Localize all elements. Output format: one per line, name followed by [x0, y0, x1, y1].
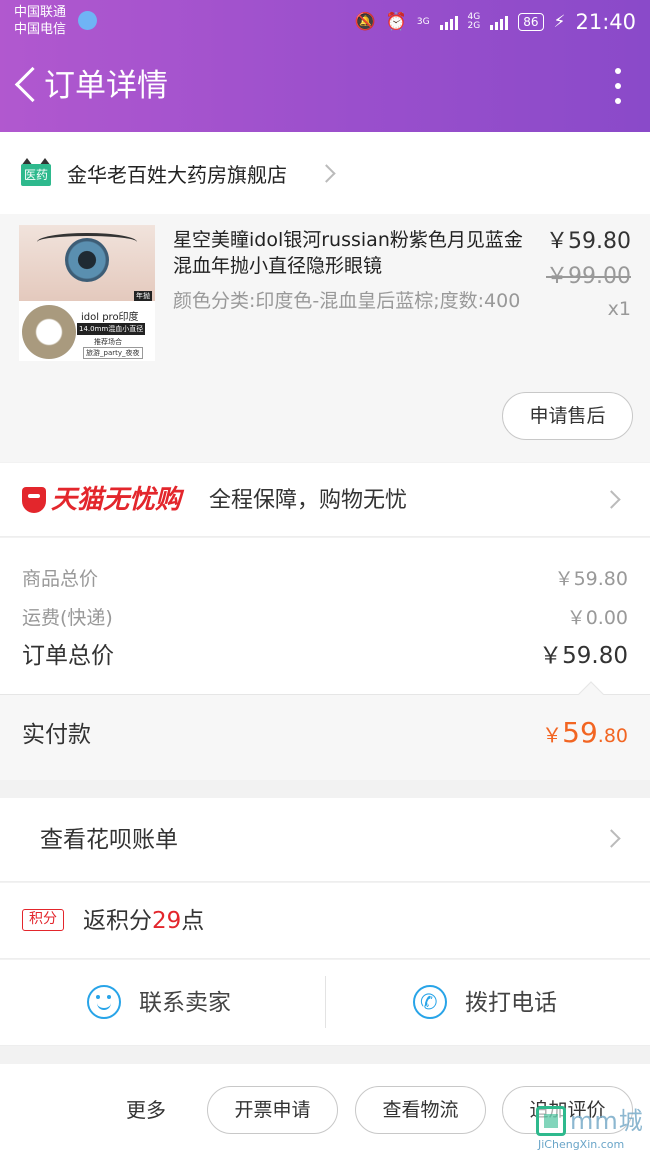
- watermark-url: JiChengXin.com: [538, 1138, 625, 1151]
- points-prefix: 返积分: [83, 908, 152, 934]
- product-title[interactable]: 星空美瞳idol银河russian粉紫色月见蓝金混血年抛小直径隐形眼镜: [173, 227, 523, 279]
- guarantee-brand: 天猫无忧购: [51, 485, 182, 515]
- watermark-logo: mm城 JiChengXin.com: [530, 1102, 650, 1155]
- status-time: 21:40: [575, 10, 636, 34]
- carrier-1: 中国联通: [14, 5, 67, 20]
- signal-2-icon: [490, 14, 509, 30]
- huabei-bill-label[interactable]: 查看花呗账单: [40, 824, 178, 856]
- page-title: 订单详情: [44, 68, 168, 104]
- product-thumbnail[interactable]: 年抛 idol pro印度 14.0mm混血小直径 推荐场合 旅游_party_…: [19, 225, 155, 361]
- shop-logo-icon: 医药: [21, 158, 51, 188]
- phone-icon[interactable]: [413, 985, 447, 1019]
- status-bar: 中国联通 中国电信 🔕 ⏰ 3G 4G 2G 86 ⚡ 21:40: [0, 0, 650, 42]
- points-count: 29: [152, 908, 182, 934]
- watermark-title: mm城: [570, 1107, 644, 1135]
- points-text: 返积分29点: [83, 905, 204, 937]
- signal-1-icon: [439, 14, 458, 30]
- more-options-icon[interactable]: [612, 68, 624, 104]
- view-logistics-button[interactable]: 查看物流: [355, 1086, 486, 1134]
- payment-decimal: .80: [597, 725, 628, 747]
- battery-indicator: 86: [518, 13, 544, 31]
- thumbnail-occasions: 旅游_party_夜夜: [83, 347, 143, 359]
- payment-currency: ￥: [542, 723, 563, 747]
- contact-seller-button[interactable]: 联系卖家: [139, 987, 231, 1019]
- actual-payment-value: ￥59.80: [542, 716, 628, 749]
- charging-icon: ⚡: [553, 12, 566, 32]
- shop-logo-label: 医药: [21, 164, 51, 186]
- thumbnail-brand: idol pro印度: [81, 312, 139, 323]
- shipping-value: ￥0.00: [566, 607, 628, 629]
- iris-image: [65, 238, 109, 282]
- guarantee-text: 全程保障，购物无忧: [209, 488, 408, 513]
- shop-name[interactable]: 金华老百姓大药房旗舰店: [67, 160, 287, 190]
- order-total-label: 订单总价: [22, 643, 114, 669]
- status-indicators: 🔕 ⏰ 3G 4G 2G 86 ⚡ 21:40: [355, 8, 637, 36]
- app-header: 中国联通 中国电信 🔕 ⏰ 3G 4G 2G 86 ⚡ 21:40 订单详情: [0, 0, 650, 132]
- alarm-icon: ⏰: [385, 12, 407, 32]
- goods-total-value: ￥59.80: [554, 568, 628, 590]
- network-1-label: 3G: [416, 16, 430, 27]
- invoice-request-button[interactable]: 开票申请: [207, 1086, 338, 1134]
- product-original-price: ￥99.00: [546, 264, 631, 289]
- watermark-icon: [536, 1106, 566, 1136]
- thumbnail-spec: 14.0mm混血小直径: [77, 323, 146, 335]
- tmall-shield-icon: [22, 487, 46, 513]
- mute-icon: 🔕: [354, 12, 376, 32]
- goods-total-label: 商品总价: [22, 568, 99, 590]
- payment-integer: 59: [562, 716, 598, 749]
- after-sale-button[interactable]: 申请售后: [502, 392, 633, 440]
- chat-smile-icon[interactable]: [87, 985, 121, 1019]
- product-price: ￥59.80: [546, 229, 631, 254]
- carrier-info: 中国联通 中国电信: [14, 4, 66, 38]
- app-notification-icon: [78, 11, 97, 30]
- contact-divider: [325, 976, 326, 1028]
- product-spec: 颜色分类:印度色-混血皇后蓝棕;度数:400: [173, 290, 521, 312]
- back-chevron-icon[interactable]: [10, 62, 46, 112]
- thumbnail-tag: 年抛: [134, 291, 152, 301]
- network-2-label: 4G 2G: [467, 12, 481, 31]
- call-phone-button[interactable]: 拨打电话: [465, 987, 557, 1019]
- actual-payment-label: 实付款: [22, 722, 91, 748]
- points-badge: 积分: [22, 909, 64, 931]
- carrier-2: 中国电信: [14, 22, 67, 37]
- order-total-value: ￥59.80: [539, 643, 628, 669]
- shipping-label: 运费(快递): [22, 607, 113, 629]
- lens-image: [22, 305, 76, 359]
- product-quantity: x1: [607, 298, 631, 320]
- more-actions-label[interactable]: 更多: [126, 1095, 166, 1125]
- navigation-bar: 订单详情: [0, 42, 650, 132]
- thumbnail-note: 推荐场合: [94, 338, 122, 346]
- points-suffix: 点: [181, 908, 205, 934]
